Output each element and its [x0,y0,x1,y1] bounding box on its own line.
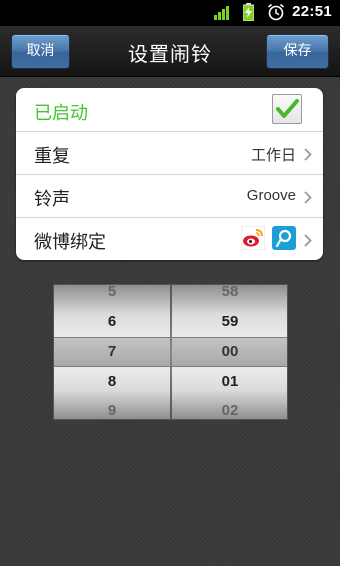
chevron-right-icon [304,146,312,165]
hour-option[interactable]: 8 [54,373,170,390]
ringtone-label: 铃声 [34,189,70,210]
signal-bars-icon [214,4,232,24]
sina-weibo-icon[interactable] [240,225,266,251]
chevron-right-icon [304,189,312,208]
repeat-row[interactable]: 重复 工作日 [16,131,323,175]
hour-option-selected[interactable]: 7 [54,343,170,360]
settings-card: 已启动 重复 工作日 铃声 Groove 微博绑定 [16,88,323,260]
enabled-label: 已启动 [34,103,88,124]
minute-wheel[interactable]: 58 59 00 01 02 [172,283,288,419]
enabled-row[interactable]: 已启动 [16,88,323,132]
alarm-clock-icon [267,3,285,25]
minute-option[interactable]: 58 [172,283,288,300]
repeat-label: 重复 [34,146,70,167]
enabled-checkbox[interactable] [272,94,302,124]
save-button[interactable]: 保存 [266,34,329,69]
chevron-right-icon [304,232,312,251]
minute-option[interactable]: 59 [172,313,288,330]
battery-charging-icon [242,3,255,25]
hour-option[interactable]: 9 [54,402,170,419]
weibo-label: 微博绑定 [34,232,106,253]
ringtone-value: Groove [246,187,296,204]
tencent-weibo-icon[interactable] [272,226,296,250]
checkmark-icon [276,99,299,118]
hour-option[interactable]: 6 [54,313,170,330]
time-picker[interactable]: 5 6 7 8 9 58 59 00 01 02 [53,283,288,420]
minute-option[interactable]: 02 [172,402,288,419]
minute-option-selected[interactable]: 00 [172,343,288,360]
repeat-value: 工作日 [250,146,296,164]
status-time: 22:51 [292,3,332,20]
weibo-row[interactable]: 微博绑定 [16,217,323,260]
hour-wheel[interactable]: 5 6 7 8 9 [54,283,170,419]
status-bar: 22:51 [0,0,340,26]
minute-option[interactable]: 01 [172,373,288,390]
hour-option[interactable]: 5 [54,283,170,300]
ringtone-row[interactable]: 铃声 Groove [16,174,323,218]
title-bar: 取消 设置闹铃 保存 [0,26,340,77]
